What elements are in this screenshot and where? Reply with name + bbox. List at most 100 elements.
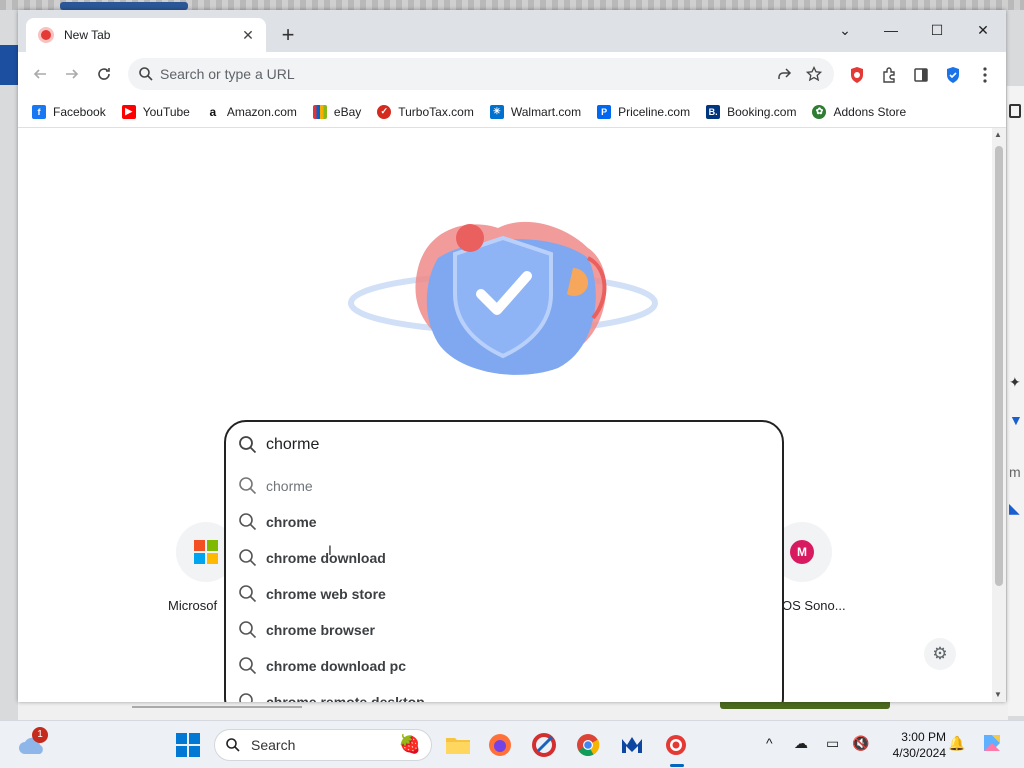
text-cursor-icon: I (328, 542, 332, 558)
show-hidden-icons-button[interactable]: ^ (766, 735, 773, 751)
taskbar-firefox[interactable] (486, 731, 514, 759)
address-bar-placeholder: Search or type a URL (160, 66, 295, 82)
suggestion-item[interactable]: chrome download pc (226, 648, 782, 684)
address-bar-actions (776, 66, 822, 82)
weather-widget[interactable]: 1 (18, 727, 48, 759)
scroll-up-icon[interactable]: ▲ (994, 130, 1002, 139)
menu-kebab-icon[interactable] (976, 66, 994, 84)
bookmark-turbotax[interactable]: ✓ TurboTax.com (377, 104, 474, 119)
notification-bell-icon[interactable]: 🔔 (948, 735, 965, 752)
bookmark-addons-store[interactable]: ✿ Addons Store (812, 104, 907, 119)
copilot-icon[interactable] (980, 731, 1004, 758)
tab-strip: New Tab ✕ + ⌄ — ☐ ✕ (18, 10, 1006, 52)
gear-icon: ⚙ (932, 644, 948, 663)
taskbar-malwarebytes[interactable] (618, 731, 646, 759)
bookmark-label: Facebook (53, 104, 106, 119)
suggestion-item[interactable]: chrome download (226, 540, 782, 576)
close-window-button[interactable]: ✕ (960, 16, 1006, 44)
suggestion-item[interactable]: chrome remote desktop (226, 684, 782, 702)
search-icon (239, 549, 257, 567)
taskbar-chrome[interactable] (574, 731, 602, 759)
share-icon[interactable] (776, 66, 792, 82)
forward-button[interactable] (60, 62, 84, 86)
search-suggestions-dropdown: chorme chorme chrome chrome download chr… (224, 420, 784, 702)
volume-icon[interactable]: 🔇 (852, 735, 869, 752)
suggestion-text: chrome web store (266, 586, 386, 602)
onedrive-icon[interactable]: ☁ (794, 735, 808, 752)
shield-favicon-icon (38, 27, 54, 43)
security-extension-icon[interactable] (944, 66, 962, 84)
bookmark-ebay[interactable]: eBay (312, 104, 361, 119)
extensions-puzzle-icon[interactable] (880, 66, 898, 84)
walmart-icon: ✳ (489, 104, 504, 119)
folder-icon (446, 738, 470, 754)
taskbar-ccleaner[interactable] (530, 731, 558, 759)
background-text-fragment: m (1009, 464, 1021, 480)
booking-icon: B. (706, 104, 721, 119)
search-icon (239, 513, 257, 531)
extension-shield-icon[interactable] (848, 66, 866, 84)
tab-title: New Tab (64, 28, 111, 42)
back-arrow-icon (33, 69, 46, 79)
reload-button[interactable] (92, 62, 116, 86)
shortcut-label-right: OS Sono... (782, 598, 846, 613)
search-icon (239, 585, 257, 603)
background-green-button (720, 702, 890, 709)
clock-time: 3:00 PM (901, 730, 946, 744)
windows-taskbar: 1 Search 🍓 ^ ☁ ▭ 🔇 3:00 PM 4/30/2024 🔔 (0, 720, 1024, 768)
suggestion-text: chorme (266, 478, 313, 494)
ebay-icon (312, 104, 327, 119)
search-icon (239, 436, 257, 454)
bookmark-priceline[interactable]: P Priceline.com (597, 104, 690, 119)
suggestion-item[interactable]: chrome web store (226, 576, 782, 612)
new-tab-page: Microsof M OS Sono... ⚙ chorme chorme ch… (18, 128, 1006, 702)
tab-search-button[interactable]: ⌄ (822, 16, 868, 44)
close-tab-icon[interactable]: ✕ (238, 27, 258, 44)
background-window-bottom (18, 702, 1008, 720)
strawberry-icon: 🍓 (398, 734, 421, 754)
maximize-button[interactable]: ☐ (914, 16, 960, 44)
new-tab-button[interactable]: + (276, 24, 300, 48)
tab-new-tab[interactable]: New Tab ✕ (26, 18, 266, 52)
minimize-button[interactable]: — (868, 16, 914, 44)
bookmark-facebook[interactable]: f Facebook (32, 104, 106, 119)
taskbar-search-label: Search (251, 737, 296, 753)
bookmark-booking[interactable]: B. Booking.com (706, 104, 797, 119)
scroll-down-icon[interactable]: ▼ (994, 690, 1002, 699)
taskbar-security-browser[interactable] (662, 731, 690, 759)
taskbar-search[interactable]: Search 🍓 (214, 729, 432, 761)
amazon-icon: a (205, 104, 220, 119)
bookmark-star-icon[interactable] (806, 66, 822, 82)
page-scrollbar[interactable]: ▲ ▼ (992, 128, 1006, 702)
bookmark-label: Walmart.com (510, 104, 582, 119)
suggestion-text: chrome download (266, 550, 386, 566)
suggestion-item[interactable]: chorme (226, 468, 782, 504)
suggestion-item[interactable]: chrome browser (226, 612, 782, 648)
bookmark-label: Amazon.com (226, 104, 297, 119)
search-icon (226, 738, 240, 752)
side-panel-icon[interactable] (912, 66, 930, 84)
bookmark-label: Addons Store (833, 104, 907, 119)
bookmark-walmart[interactable]: ✳ Walmart.com (489, 104, 582, 119)
search-input-value: chorme (266, 436, 320, 453)
customize-settings-button[interactable]: ⚙ (924, 638, 956, 670)
scrollbar-thumb[interactable] (995, 146, 1003, 586)
suggestion-text: chrome (266, 514, 317, 530)
bookmark-youtube[interactable]: ▶ YouTube (121, 104, 190, 119)
system-clock[interactable]: 3:00 PM 4/30/2024 (880, 729, 946, 761)
bookmark-label: Booking.com (727, 104, 797, 119)
active-app-indicator (670, 764, 684, 767)
address-bar[interactable]: Search or type a URL (128, 58, 834, 90)
start-button[interactable] (174, 731, 202, 759)
search-input[interactable]: chorme (226, 422, 782, 468)
suggestion-item[interactable]: chrome (226, 504, 782, 540)
suggestion-text: chrome browser (266, 622, 375, 638)
display-icon[interactable]: ▭ (826, 735, 839, 752)
background-window-right-panel: ✦ ▼ m ◣ (1006, 86, 1024, 716)
bookmark-amazon[interactable]: a Amazon.com (205, 104, 297, 119)
security-shield-illustration (348, 221, 658, 375)
taskbar-file-explorer[interactable] (444, 731, 472, 759)
back-button[interactable] (28, 62, 52, 86)
bookmark-label: YouTube (142, 104, 190, 119)
search-icon (239, 693, 253, 702)
